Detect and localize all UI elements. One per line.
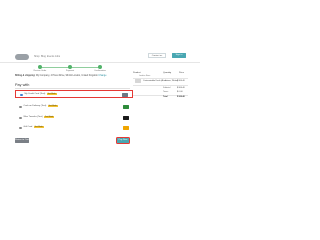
taxes-label: Taxes [163,91,169,93]
total-label: Total [163,96,168,98]
nav-link-jobs[interactable]: Jobs [55,55,60,58]
taxes-value: $ 0.00 [177,91,183,93]
product-quantity: 1 [165,79,167,82]
payment-method-wire-transfer[interactable]: Wire Transfer (Test) Test Mode [15,114,133,122]
radio-selected-icon[interactable] [20,93,23,97]
payment-method-label: Cash on Delivery (Test) Test Mode [23,105,58,108]
step-payment-dot [68,64,72,69]
test-mode-badge: Test Mode [47,105,58,108]
pay-with-heading: Pay with [15,83,30,87]
cash-icon [123,104,129,109]
step-review-dot [38,64,42,69]
change-address-link[interactable]: Change [98,75,106,77]
subtotal-value: $ 800.40 [177,87,185,89]
test-mode-badge: Test Mode [33,126,44,129]
summary-header-price: Price [179,72,184,74]
product-name[interactable]: Customizable Desk (Aluminium, White) [143,80,178,82]
radio-icon[interactable] [19,116,22,120]
credit-card-icon [122,92,128,97]
billing-shipping-line: Billing & shipping: My Company, 4 Privet… [15,75,106,77]
bank-icon [123,115,129,120]
payment-method-gift-card[interactable]: Gift Card Test Mode [15,124,133,132]
step-confirmation-label: Confirmation [94,70,106,72]
step-payment-label: Payment [65,70,75,72]
sign-in-button[interactable]: Sign in [172,53,186,58]
test-mode-badge: Test Mode [46,93,57,96]
payment-method-label: Wire Transfer (Test) Test Mode [23,116,54,119]
nav-link-events[interactable]: Events [47,55,54,58]
payment-method-label: Gift Card Test Mode [23,126,44,129]
product-thumbnail [135,79,141,83]
total-value: $ 800.40 [177,96,185,98]
pay-now-button[interactable]: Pay Now [115,136,131,145]
payment-method-cash-on-delivery[interactable]: Cash on Delivery (Test) Test Mode [15,103,133,111]
radio-icon[interactable] [19,126,22,130]
subtotal-label: Subtotal [163,87,171,89]
product-price: $ 800.40 [177,79,185,82]
gift-card-icon [123,125,129,130]
test-mode-badge: Test Mode [44,116,54,119]
nav-link-shop[interactable]: Shop [34,55,40,58]
billing-label: Billing & shipping: [15,75,36,77]
radio-icon[interactable] [19,105,22,109]
step-confirmation-dot [98,64,102,69]
payment-method-credit-card[interactable]: My Credit Card (Test) Test Mode [15,90,133,98]
return-to-cart-button[interactable]: Return to Cart [15,138,29,143]
billing-address: My Company, 4 Privet Drive, 93411 London… [35,75,98,77]
summary-header-product: Product [133,72,141,74]
store-location: London Store [139,75,151,77]
summary-header-quantity: Quantity [163,72,172,74]
step-review-label: Review Order [33,70,47,72]
payment-method-label: My Credit Card (Test) Test Mode [24,93,57,96]
nav-link-blog[interactable]: Blog [41,55,46,58]
company-logo[interactable] [15,54,29,60]
contact-us-button[interactable]: Contact us [148,53,166,58]
